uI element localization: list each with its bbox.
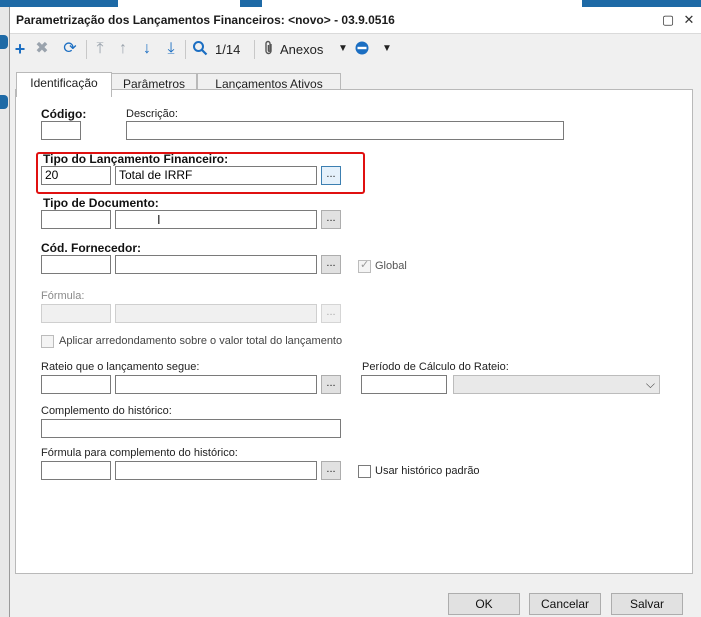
tab-identificacao[interactable]: Identificação	[16, 72, 112, 97]
toolbar: + ✖ ⟳ ⤒ ↑ ↓ ⤓ 1/14 Anexos ▼ ▼	[10, 34, 701, 64]
tab-label: Identificação	[30, 76, 98, 90]
dialog-window: Parametrização dos Lançamentos Financeir…	[9, 7, 701, 617]
cod-fornecedor-description-input[interactable]	[115, 255, 317, 274]
toolbar-separator	[254, 40, 255, 59]
first-record-icon[interactable]: ⤒	[92, 40, 108, 58]
text-cursor-icon: I	[157, 212, 161, 227]
record-counter: 1/14	[215, 42, 241, 57]
tipo-lancamento-browse-button[interactable]: ...	[321, 166, 341, 185]
attachments-dropdown-icon[interactable]: ▼	[337, 40, 349, 58]
codigo-label: Código:	[41, 107, 87, 121]
descricao-label: Descrição:	[126, 108, 178, 120]
background-tab	[262, 0, 582, 7]
cod-fornecedor-code-input[interactable]	[41, 255, 111, 274]
rateio-code-input[interactable]	[41, 375, 111, 394]
tipo-documento-code-input[interactable]	[41, 210, 111, 229]
complemento-historico-input[interactable]	[41, 419, 341, 438]
usar-historico-padrao-checkbox[interactable]	[358, 465, 371, 478]
background-icon	[0, 35, 8, 49]
tipo-documento-description-input[interactable]	[115, 210, 317, 229]
toolbar-separator	[86, 40, 87, 59]
refresh-icon[interactable]: ⟳	[61, 40, 79, 58]
tipo-documento-browse-button[interactable]: ...	[321, 210, 341, 229]
periodo-calculo-input[interactable]	[361, 375, 447, 394]
toolbar-separator	[185, 40, 186, 59]
tipo-lancamento-code-input[interactable]: 20	[41, 166, 111, 185]
formula-browse-button[interactable]: ...	[321, 304, 341, 323]
periodo-calculo-label: Período de Cálculo do Rateio:	[362, 361, 509, 373]
formula-code-input[interactable]	[41, 304, 111, 323]
cancel-button[interactable]: Cancelar	[529, 593, 601, 615]
rateio-browse-button[interactable]: ...	[321, 375, 341, 394]
cod-fornecedor-browse-button[interactable]: ...	[321, 255, 341, 274]
rateio-description-input[interactable]	[115, 375, 317, 394]
close-icon[interactable]: ✕	[681, 12, 697, 28]
global-checkbox[interactable]: ✓	[358, 259, 371, 273]
search-icon[interactable]	[191, 40, 209, 58]
previous-record-icon[interactable]: ↑	[115, 40, 131, 58]
tipo-lancamento-label: Tipo do Lançamento Financeiro:	[43, 152, 229, 166]
formula-label: Fórmula:	[41, 290, 85, 302]
formula-description-input[interactable]	[115, 304, 317, 323]
delete-icon[interactable]: ✖	[34, 40, 50, 58]
window-title: Parametrização dos Lançamentos Financeir…	[16, 13, 395, 27]
options-dropdown-icon[interactable]: ▼	[381, 40, 393, 58]
complemento-historico-label: Complemento do histórico:	[41, 405, 172, 417]
title-bar: Parametrização dos Lançamentos Financeir…	[10, 7, 701, 34]
formula-complemento-code-input[interactable]	[41, 461, 111, 480]
formula-complemento-browse-button[interactable]: ...	[321, 461, 341, 480]
maximize-icon[interactable]: ▢	[660, 12, 676, 28]
checkmark-icon: ✓	[360, 259, 370, 271]
codigo-input[interactable]	[41, 121, 81, 140]
attachments-button[interactable]: Anexos	[280, 42, 323, 57]
rateio-label: Rateio que o lançamento segue:	[41, 361, 200, 373]
background-icon	[0, 95, 8, 109]
last-record-icon[interactable]: ⤓	[163, 40, 179, 58]
add-icon[interactable]: +	[12, 40, 28, 58]
background-tab	[118, 0, 240, 7]
background-app-strip	[0, 0, 701, 7]
tipo-lancamento-description-input[interactable]: Total de IRRF	[115, 166, 317, 185]
paperclip-icon[interactable]	[262, 40, 276, 58]
periodo-calculo-select[interactable]: ⌵	[453, 375, 660, 394]
usar-historico-padrao-label: Usar histórico padrão	[375, 465, 480, 477]
tipo-documento-label: Tipo de Documento:	[43, 196, 159, 210]
next-record-icon[interactable]: ↓	[139, 40, 155, 58]
chevron-down-icon: ⌵	[645, 377, 655, 391]
formula-complemento-description-input[interactable]	[115, 461, 317, 480]
formula-complemento-label: Fórmula para complemento do histórico:	[41, 447, 238, 459]
ok-button[interactable]: OK	[448, 593, 520, 615]
descricao-input[interactable]	[126, 121, 564, 140]
aplicar-arredondamento-checkbox[interactable]	[41, 335, 54, 348]
save-button[interactable]: Salvar	[611, 593, 683, 615]
options-icon[interactable]	[353, 40, 371, 58]
global-label: Global	[375, 260, 407, 272]
aplicar-arredondamento-label: Aplicar arredondamento sobre o valor tot…	[59, 335, 343, 347]
magnifier-svg	[193, 41, 208, 56]
cod-fornecedor-label: Cód. Fornecedor:	[41, 241, 142, 255]
